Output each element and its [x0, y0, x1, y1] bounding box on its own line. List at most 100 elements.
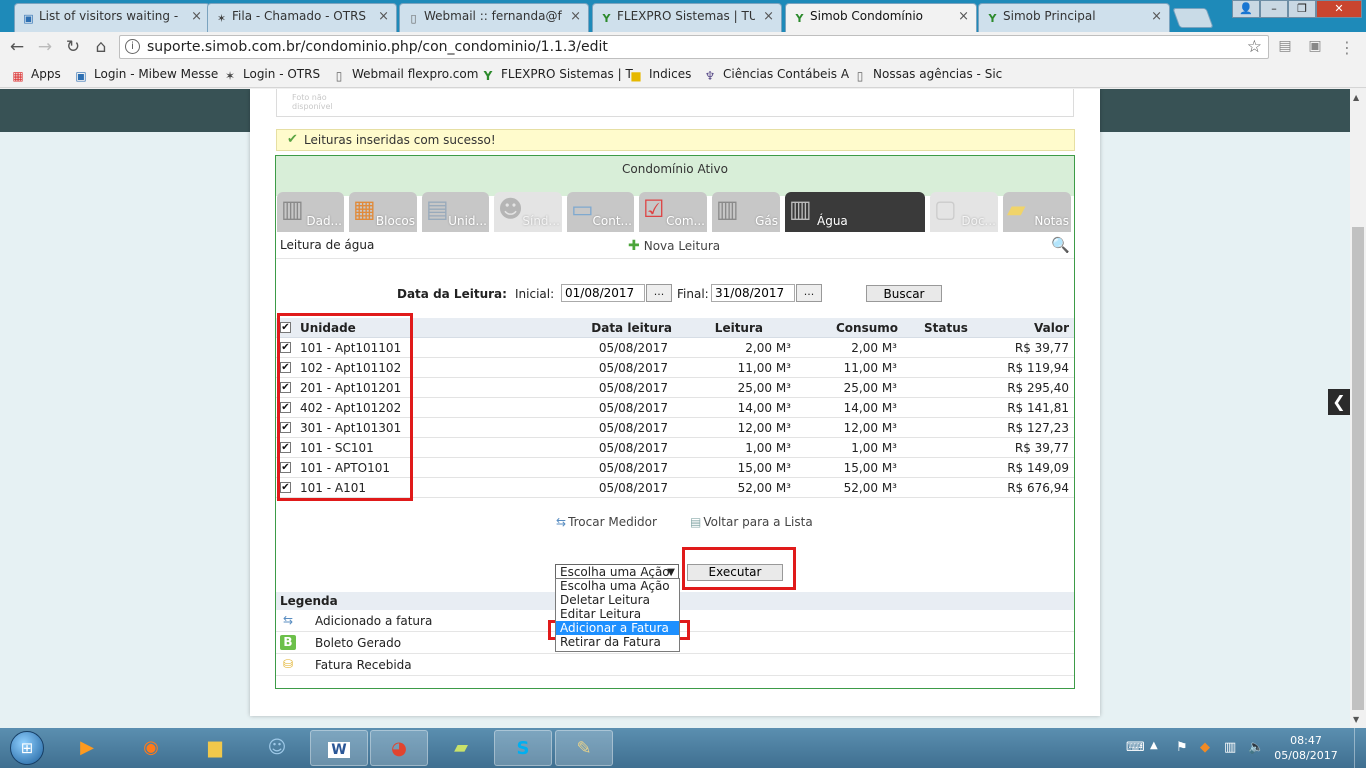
tab-agua[interactable]: ▥ Água [785, 192, 925, 232]
cell-consumption: 11,00 M³ [843, 361, 897, 375]
flag-icon[interactable]: ⚑ [1176, 740, 1188, 755]
tab-unidades[interactable]: ▤ Unid... [422, 192, 489, 232]
search-button[interactable]: Buscar [866, 285, 942, 302]
start-button[interactable]: ⊞ [4, 728, 48, 768]
bookmark-star-icon[interactable]: ☆ [1247, 37, 1262, 57]
tab-comunicados[interactable]: ☑ Com... [639, 192, 707, 232]
page-scrollbar[interactable]: ▲ ▼ [1350, 89, 1366, 728]
dropdown-option[interactable]: Escolha uma Ação [556, 579, 679, 593]
start-date-picker-button[interactable]: ... [646, 284, 672, 302]
word-icon[interactable]: W [310, 730, 368, 766]
menu-icon[interactable]: ⋮ [1338, 38, 1356, 57]
paint-icon[interactable]: ✎ [555, 730, 613, 766]
reload-icon[interactable]: ↻ [62, 37, 84, 59]
keyboard-icon[interactable]: ⌨ [1126, 740, 1145, 755]
back-to-list-link[interactable]: ▤ Voltar para a Lista [690, 515, 813, 529]
new-reading-link[interactable]: ✚ Nova Leitura [628, 238, 720, 254]
swap-meter-link[interactable]: ⇆ Trocar Medidor [556, 515, 657, 529]
cell-reading: 25,00 M³ [737, 381, 791, 395]
maximize-button[interactable]: ❐ [1288, 0, 1316, 18]
tab-gas[interactable]: ▥ Gás [712, 192, 780, 232]
tab-sindico[interactable]: ☻ Sínd... [494, 192, 562, 232]
tab-label: Água [817, 214, 848, 228]
dropdown-option[interactable]: Deletar Leitura [556, 593, 679, 607]
extension-icon[interactable]: ▤ [1276, 38, 1294, 56]
back-icon[interactable]: ← [6, 37, 28, 59]
browser-tab[interactable]: Y Simob Principal × [978, 3, 1170, 32]
network-icon[interactable]: ▥ [1224, 740, 1236, 755]
end-date-input[interactable] [711, 284, 795, 302]
search-icon[interactable]: 🔍 [1051, 236, 1070, 254]
volume-icon[interactable]: 🔈 [1248, 740, 1264, 755]
bookmark-item[interactable]: ▯ Nossas agências - Sic [852, 67, 1003, 83]
scroll-thumb[interactable] [1352, 227, 1364, 710]
extension-icon[interactable]: ▣ [1306, 38, 1324, 56]
bookmark-label: Ciências Contábeis A [723, 67, 850, 81]
legend-title: Legenda [280, 594, 338, 608]
bookmark-item[interactable]: ■ Indices [628, 67, 691, 83]
tab-title: FLEXPRO Sistemas | TUN [617, 9, 755, 23]
simob-icon: Y [988, 12, 997, 25]
close-icon[interactable]: × [1151, 9, 1162, 24]
firefox-icon[interactable]: ◉ [122, 730, 180, 766]
end-date-picker-button[interactable]: ... [796, 284, 822, 302]
file-explorer-icon[interactable]: ▆ [186, 730, 244, 766]
system-clock[interactable]: 08:47 05/08/2017 [1270, 733, 1342, 763]
forward-icon[interactable]: → [34, 37, 56, 59]
profile-button[interactable]: 👤 [1232, 0, 1260, 18]
browser-tab[interactable]: Y FLEXPRO Sistemas | TUN × [592, 3, 782, 32]
tray-arrow-icon[interactable]: ▲ [1150, 740, 1158, 751]
close-icon[interactable]: × [378, 9, 389, 24]
sticky-notes-icon[interactable]: ▰ [432, 730, 490, 766]
units-icon: ▤ [426, 195, 449, 223]
section-bar: Leitura de água ✚ Nova Leitura 🔍 [276, 233, 1074, 259]
tab-documentos[interactable]: ▢ Doc... [930, 192, 998, 232]
show-desktop-button[interactable] [1354, 728, 1366, 768]
list-icon: ▤ [690, 515, 702, 529]
address-bar[interactable]: i suporte.simob.com.br/condominio.php/co… [119, 35, 1269, 59]
bookmark-item[interactable]: ▯ Webmail flexpro.com [331, 67, 479, 83]
scroll-down-icon[interactable]: ▼ [1353, 715, 1359, 724]
tab-label: Dad... [306, 214, 342, 228]
browser-tab[interactable]: ▯ Webmail :: fernanda@fle × [399, 3, 589, 32]
tab-dados[interactable]: ▥ Dad... [277, 192, 344, 232]
minimize-button[interactable]: – [1260, 0, 1288, 18]
messenger-icon[interactable]: ☺ [248, 730, 306, 766]
bookmark-apps[interactable]: ▦ Apps [10, 67, 60, 83]
success-message: ✔ Leituras inseridas com sucesso! [276, 129, 1075, 151]
bookmark-item[interactable]: ✶ Login - OTRS [222, 67, 320, 83]
chrome-icon[interactable]: ◕ [370, 730, 428, 766]
close-icon[interactable]: × [570, 9, 581, 24]
avast-icon[interactable]: ◆ [1200, 740, 1210, 755]
cell-value: R$ 119,94 [1007, 361, 1069, 375]
start-date-input[interactable] [561, 284, 645, 302]
bookmark-item[interactable]: ♆ Ciências Contábeis A [702, 67, 849, 83]
action-dropdown-list[interactable]: Escolha uma Ação Deletar Leitura Editar Le… [555, 578, 680, 652]
dropdown-option[interactable]: Retirar da Fatura [556, 635, 679, 649]
bookmark-item[interactable]: ▣ Login - Mibew Messe [73, 67, 218, 83]
tab-blocos[interactable]: ▦ Blocos [349, 192, 417, 232]
swap-meter-icon: ⇆ [556, 515, 567, 529]
browser-tab-active[interactable]: Y Simob Condomínio × [785, 3, 977, 32]
new-tab-button[interactable] [1172, 8, 1214, 28]
info-icon[interactable]: i [125, 39, 140, 54]
header-status: Status [924, 321, 968, 335]
dropdown-option[interactable]: Editar Leitura [556, 607, 679, 621]
close-icon[interactable]: × [191, 9, 202, 24]
bookmark-item[interactable]: Y FLEXPRO Sistemas | T [480, 67, 633, 83]
browser-tab[interactable]: ▣ List of visitors waiting - M × [14, 3, 210, 32]
tab-contatos[interactable]: ▭ Cont... [567, 192, 634, 232]
skype-icon[interactable]: S [494, 730, 552, 766]
chevron-left-icon[interactable]: ❮ [1328, 389, 1350, 415]
close-icon[interactable]: × [763, 9, 774, 24]
media-player-icon[interactable]: ▶ [58, 730, 116, 766]
tab-notas[interactable]: ▰ Notas [1003, 192, 1071, 232]
close-icon[interactable]: × [958, 9, 969, 24]
home-icon[interactable]: ⌂ [90, 37, 112, 59]
url-text[interactable]: suporte.simob.com.br/condominio.php/con_… [147, 39, 608, 55]
close-window-button[interactable]: ✕ [1316, 0, 1362, 18]
scroll-up-icon[interactable]: ▲ [1353, 93, 1359, 102]
dropdown-option[interactable]: Adicionar a Fatura [556, 621, 679, 635]
browser-tab[interactable]: ✶ Fila - Chamado - OTRS × [207, 3, 397, 32]
cell-value: R$ 39,77 [1014, 341, 1069, 355]
